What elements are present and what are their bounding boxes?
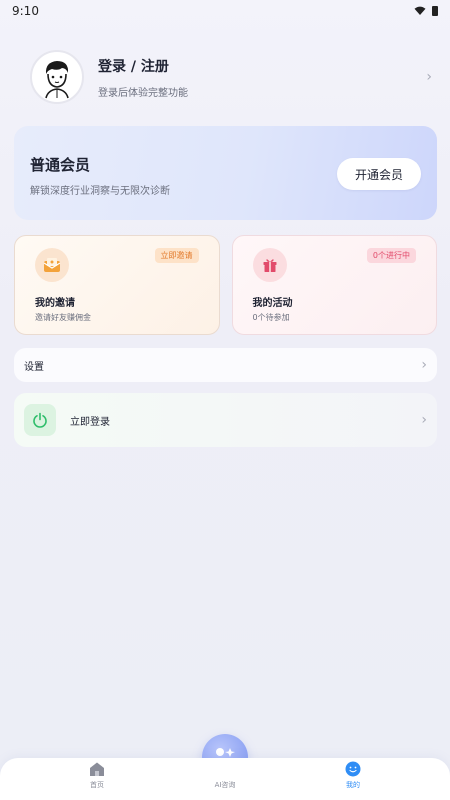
- tab-me-label: 我的: [346, 781, 360, 789]
- login-now-label: 立即登录: [70, 416, 110, 428]
- settings-label: 设置: [24, 361, 44, 373]
- chevron-right-icon: ›: [426, 69, 432, 85]
- ongoing-count-badge: 0个进行中: [366, 248, 416, 263]
- power-icon-box: [24, 404, 56, 436]
- tab-home-label: 首页: [90, 781, 104, 789]
- my-invites-card[interactable]: 立即邀请 我的邀请 邀请好友赚佣金: [14, 235, 220, 335]
- tab-home[interactable]: 首页: [67, 761, 127, 790]
- login-now-row[interactable]: 立即登录 ›: [14, 393, 437, 447]
- wifi-icon: [414, 6, 426, 15]
- avatar-illustration: [33, 53, 81, 101]
- envelope-icon: [43, 258, 61, 272]
- vip-card: 普通会员 解锁深度行业洞察与无限次诊断 开通会员: [14, 126, 437, 220]
- status-time: 9:10: [12, 4, 39, 18]
- vip-title: 普通会员: [30, 156, 91, 174]
- tab-ai-label: AI咨询: [214, 781, 236, 789]
- profile-text: 登录 / 注册 登录后体验完整功能: [98, 56, 426, 99]
- my-activities-subtitle: 0个待参加: [252, 313, 290, 322]
- chevron-right-icon: ›: [421, 412, 427, 428]
- settings-row[interactable]: 设置 ›: [14, 348, 437, 382]
- profile-login-entry[interactable]: 登录 / 注册 登录后体验完整功能 ›: [30, 50, 432, 104]
- my-invites-title: 我的邀请: [35, 298, 75, 309]
- open-membership-button[interactable]: 开通会员: [337, 158, 421, 190]
- avatar: [30, 50, 84, 104]
- login-register-subtitle: 登录后体验完整功能: [98, 87, 188, 99]
- power-icon: [33, 412, 47, 428]
- invite-now-badge: 立即邀请: [154, 248, 199, 263]
- tab-ai-consult[interactable]: AI咨询: [195, 761, 255, 790]
- activity-icon-circle: [252, 248, 287, 282]
- invite-icon-circle: [35, 248, 69, 282]
- my-activities-card[interactable]: 0个进行中 我的活动 0个待参加: [231, 235, 437, 335]
- feature-grid: 立即邀请 我的邀请 邀请好友赚佣金 0个进行中 我的活动 0个待参加: [14, 235, 437, 335]
- tab-me[interactable]: 我的: [323, 761, 383, 790]
- status-icons: [414, 6, 438, 16]
- battery-icon: [432, 6, 438, 16]
- my-invites-subtitle: 邀请好友赚佣金: [35, 313, 91, 322]
- bottom-tab-bar: 首页 AI咨询 我的: [0, 758, 450, 800]
- smiley-icon: [345, 761, 361, 777]
- gift-icon: [263, 259, 276, 272]
- my-activities-title: 我的活动: [252, 298, 293, 309]
- status-bar: 9:10: [0, 0, 450, 22]
- home-icon: [90, 762, 104, 776]
- vip-subtitle: 解锁深度行业洞察与无限次诊断: [30, 186, 170, 197]
- login-register-title: 登录 / 注册: [98, 58, 169, 75]
- chevron-right-icon: ›: [421, 357, 427, 373]
